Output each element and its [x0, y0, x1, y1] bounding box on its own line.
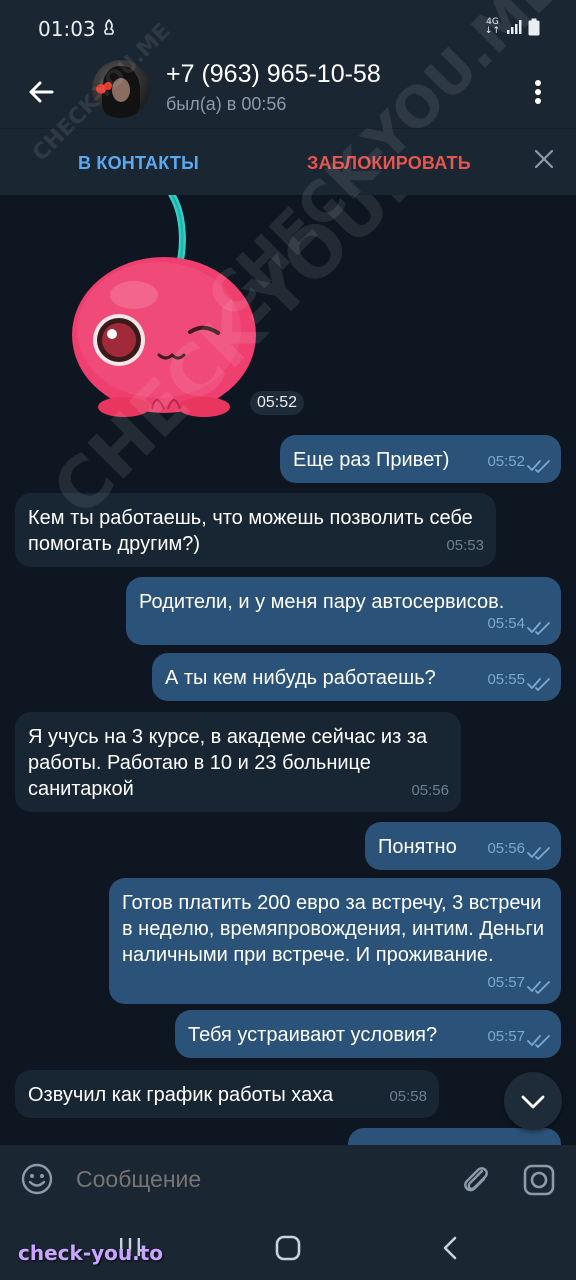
outgoing-message[interactable]: А ты кем нибудь работаешь? 05:55: [152, 653, 561, 701]
read-checkmarks-icon: [527, 981, 550, 994]
message-time: 05:56: [411, 782, 449, 799]
status-time: 01:03: [38, 17, 96, 41]
home-icon[interactable]: [275, 1235, 301, 1261]
read-checkmarks-icon: [527, 460, 550, 473]
emoji-icon[interactable]: [20, 1162, 54, 1196]
message-text: Озвучил как график работы хаха: [28, 1084, 334, 1106]
message-text: А ты кем нибудь работаешь?: [165, 667, 436, 689]
message-text: Понятно: [378, 836, 457, 858]
message-text: Кем ты работаешь, что можешь позволить с…: [28, 507, 473, 555]
status-icons: 4G ↓↑: [485, 18, 540, 36]
cherry-sticker[interactable]: [64, 195, 264, 420]
message-time: 05:55: [487, 671, 525, 688]
message-time: 05:52: [487, 453, 525, 470]
signal-icon: [507, 20, 522, 34]
outgoing-message-partial[interactable]: [348, 1128, 561, 1145]
outgoing-message[interactable]: Тебя устраивают условия? 05:57: [175, 1010, 561, 1058]
sticker-time: 05:52: [250, 391, 305, 415]
system-navigation-bar: check-you.to: [0, 1215, 576, 1280]
watermark-bottom: check-you.to: [18, 1241, 164, 1265]
close-icon[interactable]: [530, 145, 558, 173]
message-input[interactable]: [74, 1165, 438, 1194]
message-time: 05:56: [487, 840, 525, 857]
chat-header: +7 (963) 965-10-58 был(а) в 00:56: [0, 56, 576, 128]
contact-name[interactable]: +7 (963) 965-10-58: [166, 60, 381, 89]
message-text: Тебя устраивают условия?: [188, 1024, 438, 1046]
outgoing-message[interactable]: Готов платить 200 евро за встречу, 3 вст…: [109, 878, 561, 1004]
read-checkmarks-icon: [527, 622, 550, 635]
read-checkmarks-icon: [527, 847, 550, 860]
camera-icon[interactable]: [521, 1162, 557, 1198]
read-checkmarks-icon: [527, 678, 550, 691]
more-menu-icon[interactable]: [520, 74, 556, 110]
incoming-message[interactable]: Я учусь на 3 курсе, в академе сейчас из …: [15, 712, 461, 812]
notification-icon: [104, 18, 114, 35]
message-time: 05:57: [487, 974, 525, 991]
block-user-button[interactable]: ЗАБЛОКИРОВАТЬ: [307, 153, 471, 174]
message-text: Еще раз Привет): [293, 449, 450, 471]
message-time: 05:54: [487, 615, 525, 632]
back-arrow-icon[interactable]: [22, 72, 62, 112]
status-bar: 01:03 4G ↓↑: [0, 0, 576, 56]
message-composer: [0, 1145, 576, 1215]
message-list[interactable]: 05:52 Еще раз Привет) 05:52 Кем ты работ…: [0, 195, 576, 1145]
message-text: Готов платить 200 евро за встречу, 3 вст…: [122, 892, 544, 966]
read-checkmarks-icon: [527, 1035, 550, 1048]
message-time: 05:53: [446, 537, 484, 554]
message-time: 05:57: [487, 1028, 525, 1045]
battery-icon: [528, 18, 540, 36]
contact-avatar[interactable]: [92, 60, 150, 118]
outgoing-message[interactable]: Еще раз Привет) 05:52: [280, 435, 561, 483]
network-type: 4G ↓↑: [484, 17, 500, 36]
incoming-message[interactable]: Кем ты работаешь, что можешь позволить с…: [15, 493, 496, 567]
incoming-message[interactable]: Озвучил как график работы хаха 05:58: [15, 1070, 439, 1118]
chevron-down-icon: [521, 1095, 545, 1109]
add-to-contacts-button[interactable]: В КОНТАКТЫ: [78, 153, 199, 174]
outgoing-message[interactable]: Родители, и у меня пару автосервисов. 05…: [126, 577, 561, 645]
scroll-to-bottom-button[interactable]: [504, 1072, 562, 1130]
last-seen-status: был(а) в 00:56: [166, 94, 287, 114]
contact-action-bar: В КОНТАКТЫ ЗАБЛОКИРОВАТЬ: [0, 128, 576, 195]
paperclip-icon[interactable]: [458, 1161, 494, 1197]
message-time: 05:58: [389, 1088, 427, 1105]
back-chevron-icon[interactable]: [440, 1235, 460, 1261]
message-text: Родители, и у меня пару автосервисов.: [139, 591, 505, 613]
outgoing-message[interactable]: Понятно 05:56: [365, 822, 561, 870]
message-text: Я учусь на 3 курсе, в академе сейчас из …: [28, 726, 428, 800]
